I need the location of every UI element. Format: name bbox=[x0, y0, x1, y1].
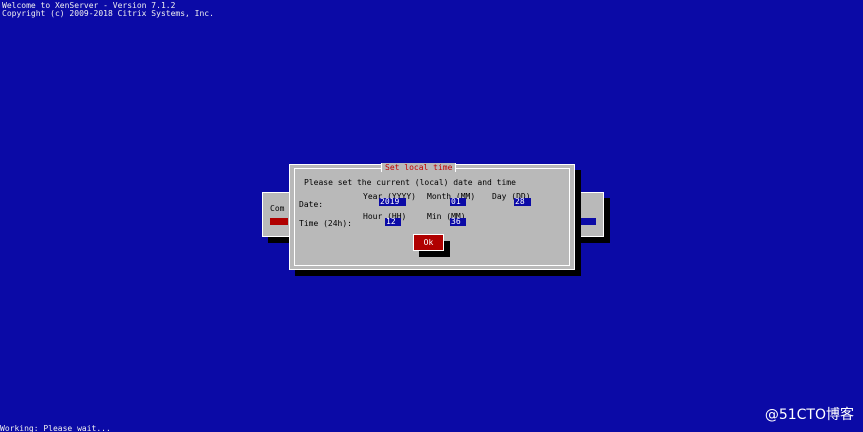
time-label: Time (24h): bbox=[299, 219, 352, 228]
background-dialog-progress-left bbox=[270, 218, 288, 225]
set-local-time-dialog: Set local time Please set the current (l… bbox=[289, 163, 575, 270]
dialog-prompt: Please set the current (local) date and … bbox=[304, 178, 516, 187]
year-field[interactable]: 2019 bbox=[379, 198, 406, 206]
ok-button[interactable]: Ok bbox=[413, 234, 444, 251]
status-text: Working: Please wait... bbox=[0, 424, 111, 432]
background-dialog-shadow-right bbox=[604, 198, 610, 243]
watermark-text: @51CTO博客 bbox=[764, 407, 854, 423]
date-label: Date: bbox=[299, 200, 324, 209]
day-field[interactable]: 28 bbox=[514, 198, 531, 206]
copyright-text: Copyright (c) 2009-2018 Citrix Systems, … bbox=[2, 9, 214, 18]
installer-screen: Welcome to XenServer - Version 7.1.2 Cop… bbox=[0, 0, 863, 432]
background-dialog-label: Com bbox=[270, 204, 285, 213]
hour-field[interactable]: 12 bbox=[385, 218, 401, 226]
minute-field[interactable]: 36 bbox=[450, 218, 466, 226]
month-field[interactable]: 01 bbox=[450, 198, 466, 206]
dialog-title: Set local time bbox=[381, 163, 457, 172]
